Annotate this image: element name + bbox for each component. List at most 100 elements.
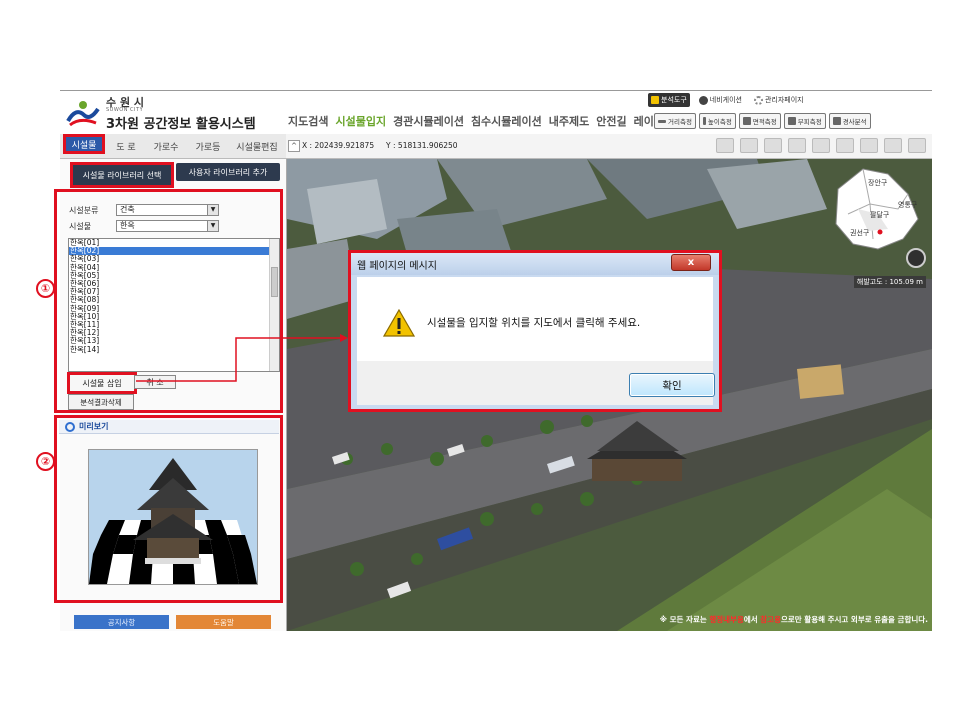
usage-notice: ※ 모든 자료는 행정내부용에서 참고용으로만 활용해 주시고 외부로 유출을 … — [660, 614, 928, 625]
measure-tools: 거리측정 높이측정 면적측정 부피측정 경사분석 — [654, 113, 871, 129]
print-icon[interactable] — [836, 138, 854, 153]
list-item[interactable]: 한옥[06] — [69, 279, 279, 288]
info-icon[interactable] — [740, 138, 758, 153]
height-icon — [702, 117, 706, 125]
volume-measure-button[interactable]: 부피측정 — [783, 113, 826, 129]
gear-icon — [753, 95, 763, 105]
area-measure-button[interactable]: 면적측정 — [738, 113, 781, 129]
list-item[interactable]: 한옥[02] — [69, 246, 279, 256]
preview-title: 미리보기 — [79, 422, 109, 431]
dialog-titlebar[interactable]: 웹 페이지의 메시지 x — [351, 253, 719, 275]
tab-facility[interactable]: 시설물 — [63, 134, 105, 154]
top-tools: 분석도구 네비게이션 관리자페이지 — [648, 93, 807, 107]
list-item[interactable]: 한옥[08] — [69, 296, 279, 304]
callout-number-2: ② — [36, 452, 55, 471]
x-label: X : — [302, 141, 313, 150]
menu-map-search[interactable]: 지도검색 — [288, 113, 328, 129]
cloud-icon[interactable] — [716, 138, 734, 153]
scrollbar[interactable] — [269, 239, 279, 371]
list-item[interactable]: 한옥[07] — [69, 288, 279, 296]
user-library-add-button[interactable]: 사용자 라이브러리 추가 — [176, 163, 280, 181]
left-panel: 시설물 라이브러리 선택 사용자 라이브러리 추가 시설분류 건축 ▼ 시설물 … — [54, 159, 287, 631]
globe-icon[interactable] — [908, 138, 926, 153]
y-value: 518131.906250 — [397, 141, 458, 150]
facility-select[interactable]: 한옥 ▼ — [116, 220, 219, 232]
notice-highlight-1: 행정내부용 — [709, 615, 744, 624]
insert-facility-button[interactable]: 시설물 삽입 — [67, 372, 137, 394]
callout-box-2: 미리보기 — [54, 415, 283, 603]
list-item[interactable]: 한옥[04] — [69, 263, 279, 272]
menu-safe-road[interactable]: 안전길 — [596, 113, 626, 129]
facility-listbox[interactable]: 한옥[01] 한옥[02] 한옥[03] 한옥[04] 한옥[05] 한옥[06] 한옥[0… — [68, 238, 280, 372]
library-select-button[interactable]: 시설물 라이브러리 선택 — [70, 162, 174, 188]
map-toolbar — [716, 138, 926, 153]
coordinate-readout: X : 202439.921875 Y : 518131.906250 — [302, 141, 458, 150]
list-item[interactable]: 한옥[01] — [69, 239, 279, 247]
notice-text-2: 에서 — [743, 615, 761, 624]
slope-analysis-button[interactable]: 경사분석 — [828, 113, 871, 129]
side-tab-bar: 시설물 도 로 가로수 가로등 시설물편집 — [60, 134, 286, 159]
notice-button[interactable]: 공지사항 — [74, 615, 169, 629]
menu-facility-location[interactable]: 시설물입지 — [335, 113, 386, 129]
clear-results-button[interactable]: 분석결과삭제 — [68, 394, 134, 410]
tab-facility-edit[interactable]: 시설물편집 — [230, 137, 284, 155]
list-item[interactable]: 한옥[05] — [69, 271, 279, 280]
header: 수 원 시 SUWON CITY 3차원 공간정보 활용시스템 지도검색 시설물… — [60, 91, 932, 133]
select-icon[interactable] — [788, 138, 806, 153]
category-select[interactable]: 건축 ▼ — [116, 204, 219, 216]
chevron-down-icon: ▼ — [207, 221, 218, 231]
system-title: 3차원 공간정보 활용시스템 — [106, 117, 256, 132]
list-item[interactable]: 한옥[11] — [69, 320, 279, 329]
list-item[interactable]: 한옥[03] — [69, 255, 279, 263]
category-value: 건축 — [120, 205, 135, 214]
list-item[interactable]: 한옥[13] — [69, 337, 279, 345]
scroll-thumb[interactable] — [271, 267, 278, 297]
menu-my-theme-map[interactable]: 내주제도 — [549, 113, 589, 129]
main-menu: 지도검색 시설물입지 경관시뮬레이션 침수시뮬레이션 내주제도 안전길 레이어 — [288, 113, 664, 129]
slope-analysis-label: 경사분석 — [842, 118, 867, 126]
analysis-tools-button[interactable]: 분석도구 — [648, 93, 690, 107]
tab-street-light[interactable]: 가로등 — [188, 137, 228, 155]
admin-page-label: 관리자페이지 — [764, 96, 804, 104]
y-label: Y : — [386, 141, 396, 150]
callout-number-1: ① — [36, 279, 55, 298]
tab-street-tree[interactable]: 가로수 — [146, 137, 186, 155]
pencil-ruler-icon — [651, 96, 659, 104]
close-button[interactable]: x — [671, 254, 711, 271]
preview-header: 미리보기 — [59, 420, 279, 434]
facility-value: 한옥 — [120, 221, 135, 230]
screenshot-icon[interactable] — [860, 138, 878, 153]
collapse-toggle[interactable]: ^ — [288, 140, 300, 152]
list-item[interactable]: 한옥[12] — [69, 329, 279, 337]
message-dialog: 웹 페이지의 메시지 x 시설물을 입지할 위치를 지도에서 클릭해 주세요. … — [348, 250, 722, 412]
help-button[interactable]: 도움말 — [176, 615, 271, 629]
menu-landscape-sim[interactable]: 경관시뮬레이션 — [393, 113, 464, 129]
list-item[interactable]: 한옥[10] — [69, 312, 279, 321]
compass-icon[interactable] — [906, 248, 926, 268]
list-item[interactable]: 한옥[14] — [69, 345, 279, 354]
area-measure-label: 면적측정 — [752, 118, 777, 126]
pan-hand-icon[interactable] — [812, 138, 830, 153]
minimap-label-gwonseon: 권선구 — [850, 228, 870, 237]
suwon-logo-icon — [66, 101, 100, 127]
menu-flood-sim[interactable]: 침수시뮬레이션 — [471, 113, 542, 129]
category-label: 시설분류 — [69, 206, 99, 215]
circle-icon — [65, 421, 75, 432]
distance-measure-button[interactable]: 거리측정 — [654, 113, 696, 129]
dialog-body: 시설물을 입지할 위치를 지도에서 클릭해 주세요. — [357, 277, 713, 361]
navigation-button[interactable]: 네비게이션 — [696, 93, 745, 107]
fullscreen-icon[interactable] — [884, 138, 902, 153]
coordinate-bar: ^ X : 202439.921875 Y : 518131.906250 — [286, 134, 932, 159]
ok-button[interactable]: 확인 — [629, 373, 715, 397]
admin-page-button[interactable]: 관리자페이지 — [751, 93, 807, 107]
height-measure-button[interactable]: 높이측정 — [698, 113, 736, 129]
tab-road[interactable]: 도 로 — [108, 137, 144, 155]
logo[interactable]: 수 원 시 SUWON CITY 3차원 공간정보 활용시스템 — [66, 93, 286, 132]
cancel-button[interactable]: 취 소 — [134, 375, 176, 389]
minimap-label-jangan: 장안구 — [868, 178, 888, 187]
list-item[interactable]: 한옥[09] — [69, 304, 279, 313]
walk-icon[interactable] — [764, 138, 782, 153]
volume-icon — [787, 117, 796, 125]
dialog-message: 시설물을 입지할 위치를 지도에서 클릭해 주세요. — [427, 317, 641, 329]
minimap-label-paldal: 팔달구 — [870, 210, 890, 219]
